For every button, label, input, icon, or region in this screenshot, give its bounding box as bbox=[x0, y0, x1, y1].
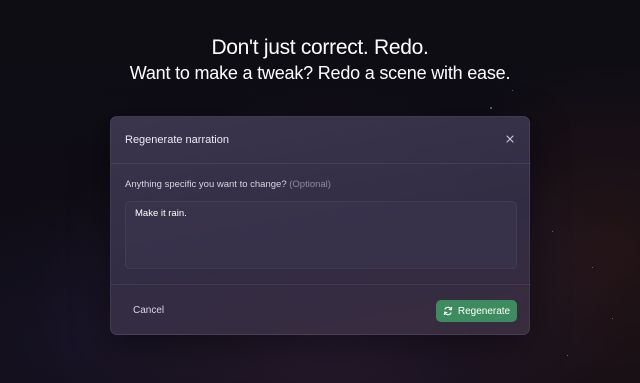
star bbox=[552, 231, 553, 232]
star bbox=[612, 318, 613, 319]
dialog-title: Regenerate narration bbox=[125, 134, 229, 146]
regenerate-button-label: Regenerate bbox=[457, 305, 511, 317]
change-request-label-text: Anything specific you want to change? bbox=[125, 179, 287, 190]
dialog-header: Regenerate narration bbox=[111, 117, 531, 164]
change-request-label: Anything specific you want to change? (O… bbox=[125, 179, 331, 191]
change-request-textarea[interactable]: Make it rain. bbox=[125, 201, 517, 269]
close-icon bbox=[506, 130, 514, 148]
close-button[interactable] bbox=[503, 132, 517, 146]
star bbox=[512, 90, 513, 91]
optional-hint: (Optional) bbox=[289, 179, 331, 190]
regenerate-narration-dialog: Regenerate narration Anything specific y… bbox=[110, 116, 531, 335]
regenerate-button[interactable]: Regenerate bbox=[436, 300, 517, 322]
star bbox=[490, 107, 492, 109]
dialog-footer-divider bbox=[111, 284, 531, 285]
cancel-button[interactable]: Cancel bbox=[133, 305, 164, 317]
star bbox=[592, 267, 593, 268]
refresh-icon bbox=[443, 306, 453, 316]
hero-headline: Don't just correct. Redo. bbox=[211, 36, 429, 59]
star bbox=[567, 355, 568, 356]
hero-subheadline: Want to make a tweak? Redo a scene with … bbox=[129, 63, 511, 83]
